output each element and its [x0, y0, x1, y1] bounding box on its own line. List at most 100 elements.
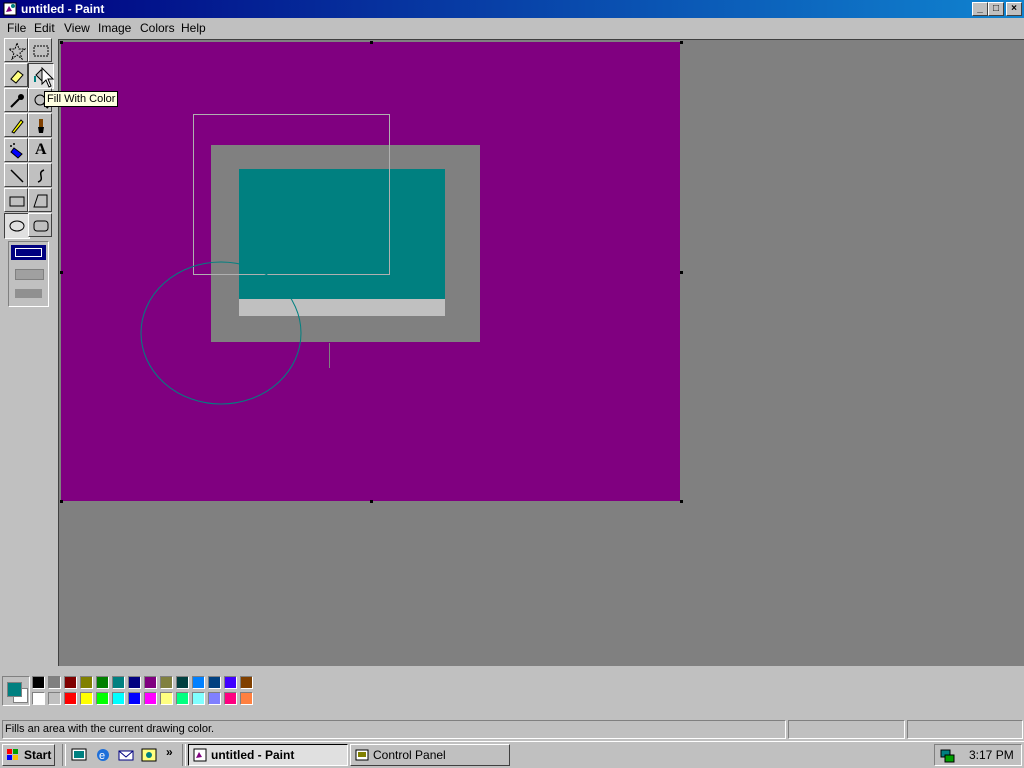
resize-handle [680, 271, 683, 274]
palette-color-swatch[interactable] [176, 692, 189, 705]
palette-color-swatch[interactable] [128, 692, 141, 705]
minimize-button[interactable]: _ [972, 2, 988, 16]
silver-bar-shape [239, 299, 445, 316]
palette-color-swatch[interactable] [192, 676, 205, 689]
fill-style-fill-only[interactable] [15, 289, 42, 298]
resize-handle [370, 500, 373, 503]
taskbar-divider [182, 744, 186, 766]
teal-rectangle-shape [239, 169, 445, 299]
palette-color-swatch[interactable] [96, 692, 109, 705]
tool-eraser[interactable] [4, 63, 28, 87]
airbrush-icon [10, 143, 23, 159]
palette-color-swatch[interactable] [96, 676, 109, 689]
fill-style-outline-fill[interactable] [15, 269, 44, 280]
close-icon: × [1011, 3, 1017, 14]
svg-text:e: e [99, 750, 105, 762]
tool-pick-color[interactable] [4, 88, 28, 112]
tool-select[interactable] [28, 38, 52, 62]
brush-icon [38, 119, 44, 133]
palette-color-swatch[interactable] [176, 676, 189, 689]
windows-logo-icon [7, 749, 18, 760]
outlook-express-icon[interactable] [118, 747, 134, 763]
current-colors [2, 676, 30, 706]
palette-color-swatch[interactable] [80, 676, 93, 689]
fill-style-outline[interactable] [11, 245, 46, 260]
tool-free-form-select[interactable] [4, 38, 28, 62]
restore-button[interactable]: □ [988, 2, 1004, 16]
menu-bar: File Edit View Image Colors Help [0, 18, 1024, 38]
line-icon [10, 169, 24, 183]
taskbar-chevron[interactable]: » [166, 745, 173, 759]
palette-color-swatch[interactable] [240, 692, 253, 705]
palette-color-swatch[interactable] [224, 692, 237, 705]
polygon-icon [33, 194, 48, 208]
tool-ellipse[interactable] [4, 213, 30, 239]
menu-file[interactable]: File [7, 21, 26, 35]
rounded-rect-icon [33, 220, 49, 232]
start-button[interactable]: Start [2, 744, 55, 766]
palette-color-swatch[interactable] [48, 692, 61, 705]
tool-pencil[interactable] [4, 113, 28, 137]
palette-color-swatch[interactable] [192, 692, 205, 705]
eyedropper-icon [10, 94, 24, 108]
palette-color-swatch[interactable] [160, 676, 173, 689]
ellipse-icon [9, 220, 25, 232]
minimize-icon: _ [977, 3, 983, 14]
menu-help[interactable]: Help [181, 21, 206, 35]
palette-color-swatch[interactable] [48, 676, 61, 689]
menu-image[interactable]: Image [98, 21, 131, 35]
tool-curve[interactable] [28, 163, 52, 187]
pencil-icon [11, 119, 24, 134]
tool-rectangle[interactable] [4, 188, 28, 212]
internet-explorer-icon[interactable]: e [95, 747, 111, 763]
tool-airbrush[interactable] [4, 138, 28, 162]
taskbar-button-paint[interactable]: untitled - Paint [188, 744, 348, 766]
resize-handle [680, 500, 683, 503]
palette-color-swatch[interactable] [112, 676, 125, 689]
palette-color-swatch[interactable] [144, 676, 157, 689]
paint-app-icon[interactable] [3, 2, 17, 16]
palette-color-swatch[interactable] [240, 676, 253, 689]
palette-color-swatch[interactable] [32, 692, 45, 705]
palette-color-swatch[interactable] [208, 692, 221, 705]
drawing-canvas[interactable] [60, 41, 684, 505]
tool-brush[interactable] [28, 113, 52, 137]
resize-handle [60, 271, 63, 274]
menu-colors[interactable]: Colors [140, 21, 175, 35]
tool-polygon[interactable] [28, 188, 52, 212]
show-desktop-icon[interactable] [71, 747, 87, 763]
tool-text[interactable]: A [28, 138, 52, 162]
tool-options-box [8, 241, 49, 307]
palette-color-swatch[interactable] [64, 692, 77, 705]
curve-icon [37, 169, 45, 183]
resize-handle [680, 41, 683, 44]
palette-color-swatch[interactable] [144, 692, 157, 705]
restore-icon: □ [992, 3, 1000, 14]
color-palette [32, 676, 256, 708]
taskbar-button-control-panel[interactable]: Control Panel [350, 744, 510, 766]
rect-select-icon [33, 45, 49, 57]
tool-rounded-rectangle[interactable] [28, 213, 52, 237]
resize-handle [60, 41, 63, 44]
palette-color-swatch[interactable] [80, 692, 93, 705]
palette-color-swatch[interactable] [64, 676, 77, 689]
window-title: untitled - Paint [21, 2, 105, 16]
status-pane-size [907, 720, 1023, 739]
palette-color-swatch[interactable] [224, 676, 237, 689]
title-bar[interactable]: untitled - Paint _ □ × [0, 0, 1024, 18]
channels-icon[interactable] [141, 747, 157, 763]
palette-color-swatch[interactable] [160, 692, 173, 705]
palette-color-swatch[interactable] [32, 676, 45, 689]
clock[interactable]: 3:17 PM [969, 748, 1014, 762]
network-icon[interactable] [939, 747, 955, 763]
rectangle-icon [9, 196, 25, 207]
menu-view[interactable]: View [64, 21, 90, 35]
palette-color-swatch[interactable] [128, 676, 141, 689]
paint-app-icon [193, 748, 207, 762]
menu-edit[interactable]: Edit [34, 21, 55, 35]
resize-handle [370, 41, 373, 44]
palette-color-swatch[interactable] [112, 692, 125, 705]
palette-color-swatch[interactable] [208, 676, 221, 689]
tool-line[interactable] [4, 163, 28, 187]
close-button[interactable]: × [1006, 2, 1022, 16]
